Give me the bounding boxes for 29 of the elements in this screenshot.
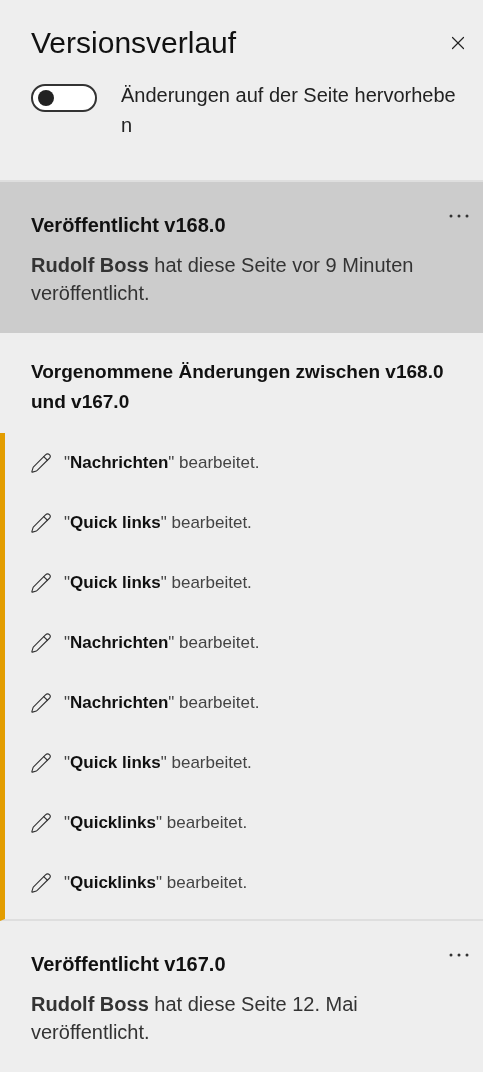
- pencil-icon: [30, 632, 52, 654]
- more-icon: [449, 953, 469, 957]
- change-entry: "Nachrichten" bearbeitet.: [64, 633, 260, 653]
- more-button[interactable]: [449, 214, 469, 218]
- change-entry: "Quick links" bearbeitet.: [64, 513, 252, 533]
- changes-heading: Vorgenommene Änderungen zwischen v168.0 und v167.0: [30, 360, 445, 414]
- pencil-icon: [30, 512, 52, 534]
- version-description: Rudolf Boss hat diese Seite vor 9 Minuten veröffentlicht.: [31, 253, 415, 306]
- pencil-icon: [30, 572, 52, 594]
- change-entry: "Quicklinks" bearbeitet.: [64, 813, 248, 833]
- pencil-icon: [30, 452, 52, 474]
- more-icon: [449, 214, 469, 218]
- pencil-icon: [30, 812, 52, 834]
- toggle-label: Änderungen auf der Seite hervorheben: [121, 83, 457, 138]
- pencil-icon: [30, 872, 52, 894]
- pencil-icon: [30, 752, 52, 774]
- pencil-icon: [30, 692, 52, 714]
- panel-title: Versionsverlauf: [31, 26, 237, 60]
- more-button[interactable]: [449, 953, 469, 957]
- version-description: Rudolf Boss hat diese Seite 12. Mai veröffentlicht.: [31, 992, 359, 1045]
- change-entry: "Nachrichten" bearbeitet.: [64, 693, 260, 713]
- version-card[interactable]: Veröffentlicht v168.0 Rudolf Boss hat diese Seite vor 9 Minuten veröffentlicht.: [0, 182, 483, 333]
- change-entry: "Quick links" bearbeitet.: [64, 573, 252, 593]
- change-entry: "Quick links" bearbeitet.: [64, 753, 252, 773]
- change-entry: "Quicklinks" bearbeitet.: [64, 873, 248, 893]
- version-title: Veröffentlicht v168.0: [31, 214, 226, 237]
- change-entry: "Nachrichten" bearbeitet.: [64, 453, 260, 473]
- version-title: Veröffentlicht v167.0: [31, 953, 226, 976]
- highlight-toggle[interactable]: [31, 84, 97, 112]
